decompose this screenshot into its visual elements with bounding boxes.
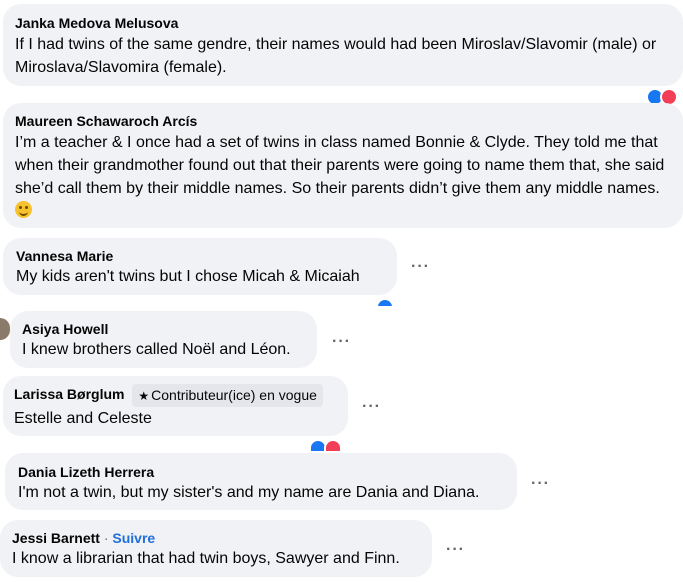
comment-text: I'm not a twin, but my sister's and my n…	[18, 484, 480, 501]
haha-reaction-icon[interactable]	[408, 578, 426, 582]
comment-author[interactable]: Maureen Schawaroch Arcís	[15, 113, 671, 130]
more-options-icon[interactable]: ···	[446, 542, 465, 558]
separator-dot: ·	[103, 530, 109, 546]
comment-author-name[interactable]: Jessi Barnett	[12, 530, 100, 546]
badge-label: Contributeur(ice) en vogue	[151, 387, 317, 403]
smiling-face-emoji-icon	[15, 201, 32, 218]
comment-text: I knew brothers called Noël and Léon.	[22, 341, 291, 358]
comment-author[interactable]: Vannesa Marie	[16, 248, 384, 265]
top-contributor-badge[interactable]: ★ Contributeur(ice) en vogue	[132, 384, 323, 407]
follow-link[interactable]: Suivre	[112, 530, 155, 546]
more-options-icon[interactable]: ···	[362, 399, 381, 415]
comment-bubble: Vannesa Marie My kids aren't twins but I…	[3, 238, 397, 295]
avatar[interactable]	[0, 318, 10, 340]
comment-bubble: Larissa Børglum ★ Contributeur(ice) en vo…	[3, 376, 348, 436]
comment-text: I know a librarian that had twin boys, S…	[12, 550, 400, 567]
comment-text: My kids aren't twins but I chose Micah &…	[16, 268, 360, 285]
comment-author: Larissa Børglum ★ Contributeur(ice) en vo…	[14, 384, 337, 407]
comment-bubble: Maureen Schawaroch Arcís I’m a teacher &…	[3, 103, 683, 228]
comment-text-body: I’m a teacher & I once had a set of twin…	[15, 134, 665, 197]
comment-text: I’m a teacher & I once had a set of twin…	[15, 131, 671, 223]
comment-author[interactable]: Asiya Howell	[22, 321, 305, 338]
comment-text: Estelle and Celeste	[14, 410, 152, 427]
like-reaction-icon[interactable]	[376, 298, 394, 308]
comment-author-name[interactable]: Larissa Børglum	[14, 386, 124, 402]
comment-author: Jessi Barnett · Suivre	[12, 530, 420, 547]
comment-bubble: Jessi Barnett · Suivre I know a libraria…	[0, 520, 432, 577]
love-reaction-icon[interactable]	[324, 439, 342, 453]
comment-bubble: Dania Lizeth Herrera I'm not a twin, but…	[5, 453, 517, 510]
more-options-icon[interactable]: ···	[411, 259, 430, 275]
more-options-icon[interactable]: ···	[531, 476, 550, 492]
star-icon: ★	[138, 389, 150, 403]
comment-author[interactable]: Janka Medova Melusova	[15, 15, 671, 32]
more-options-icon[interactable]: ···	[332, 334, 351, 350]
comment-bubble: Asiya Howell I knew brothers called Noël…	[10, 311, 317, 368]
comment-text: If I had twins of the same gendre, their…	[15, 36, 657, 76]
comment-author[interactable]: Dania Lizeth Herrera	[18, 464, 504, 481]
comment-bubble: Janka Medova Melusova If I had twins of …	[3, 4, 683, 86]
